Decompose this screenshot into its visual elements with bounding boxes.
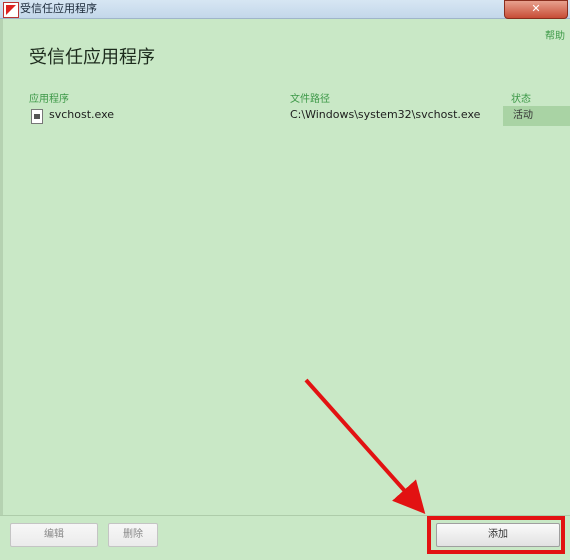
main-content: 帮助 受信任应用程序 应用程序 文件路径 状态 svchost.exe C:\W… — [0, 19, 570, 515]
page-title: 受信任应用程序 — [29, 47, 155, 68]
footer-bar: 编辑 删除 添加 — [0, 515, 570, 560]
close-icon: ✕ — [531, 2, 541, 15]
edit-button[interactable]: 编辑 — [10, 523, 98, 547]
file-path-cell: C:\Windows\system32\svchost.exe — [290, 108, 481, 121]
app-name-cell: svchost.exe — [49, 108, 115, 121]
title-bar: 受信任应用程序 ✕ — [0, 0, 570, 19]
window-title: 受信任应用程序 — [20, 2, 97, 15]
add-button[interactable]: 添加 — [436, 523, 560, 547]
status-cell[interactable]: 活动 — [503, 106, 570, 126]
column-header-file-path[interactable]: 文件路径 — [290, 90, 330, 105]
column-header-application[interactable]: 应用程序 — [29, 90, 69, 105]
file-icon — [31, 109, 43, 124]
help-link[interactable]: 帮助 — [545, 27, 565, 42]
close-button[interactable]: ✕ — [504, 0, 568, 19]
column-header-status[interactable]: 状态 — [511, 90, 531, 105]
remove-button[interactable]: 删除 — [108, 523, 158, 547]
app-logo-icon — [3, 2, 19, 18]
table-row[interactable]: svchost.exe C:\Windows\system32\svchost.… — [29, 106, 570, 126]
